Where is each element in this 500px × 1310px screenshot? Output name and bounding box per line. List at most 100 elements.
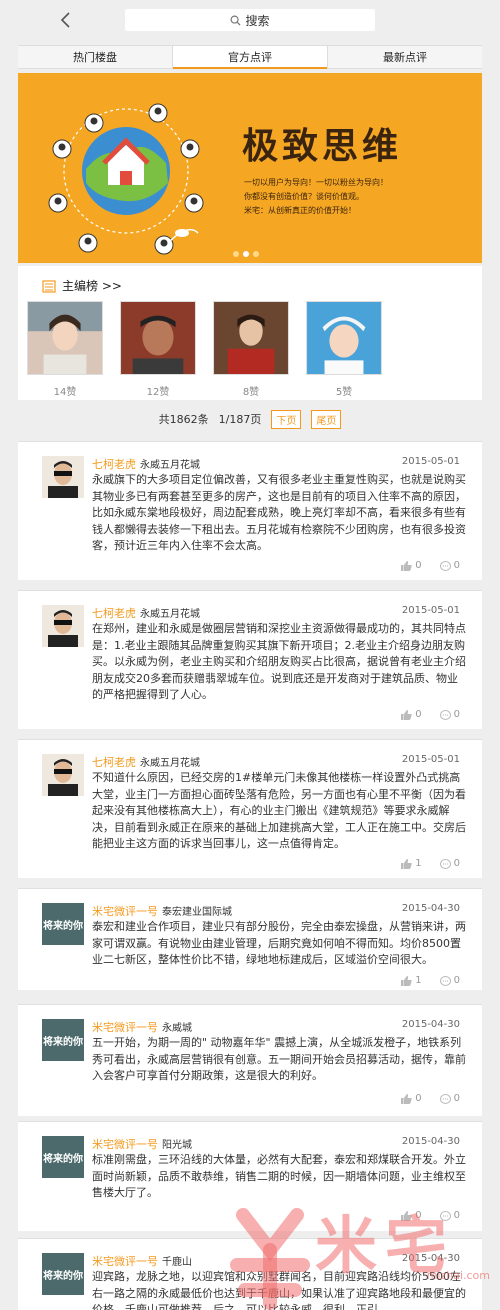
author-avatar[interactable] xyxy=(42,754,84,796)
carousel-dot-active[interactable] xyxy=(243,251,249,257)
review-text: 泰宏和建业合作项目，建业只有部分股份，完全由泰宏操盘，从营销来讲，两家可谓双赢。… xyxy=(92,920,466,966)
review-actions: 1 0 xyxy=(401,975,460,986)
like-button[interactable]: 1 xyxy=(401,858,422,869)
like-button[interactable]: 0 xyxy=(401,709,422,720)
editor-ranking-header[interactable]: 主编榜 >> xyxy=(42,277,122,294)
thumbs-up-icon xyxy=(401,975,412,986)
comment-count: 0 xyxy=(453,858,460,869)
back-arrow-icon[interactable] xyxy=(56,10,76,30)
carousel-dot[interactable] xyxy=(253,251,259,257)
editor-list: 14赞 12赞 8赞 5赞 xyxy=(27,301,382,398)
like-button[interactable]: 0 xyxy=(401,1093,422,1104)
review-date: 2015-04-30 xyxy=(401,1019,460,1030)
comment-button[interactable]: 0 xyxy=(439,709,460,720)
review-author-line: 七柯老虎 永威五月花城 xyxy=(92,754,200,770)
next-page-button[interactable]: 下页 xyxy=(271,409,302,429)
comment-button[interactable]: 0 xyxy=(439,1210,460,1221)
review-author-line: 七柯老虎 永威五月花城 xyxy=(92,456,200,472)
comment-icon xyxy=(439,975,451,986)
review-actions: 0 0 xyxy=(401,709,460,720)
promo-banner[interactable]: 极致思维 一切以用户为导向！一切以粉丝为导向！ 你都没有创造价值？谈何价值观。 … xyxy=(18,73,482,263)
review-estate[interactable]: 阳光城 xyxy=(162,1140,192,1151)
editor-ranking-icon xyxy=(42,279,56,293)
like-count: 1 xyxy=(415,975,422,986)
search-bar[interactable]: 搜索 xyxy=(125,9,375,31)
comment-button[interactable]: 0 xyxy=(439,975,460,986)
comment-count: 0 xyxy=(453,560,460,571)
review-text: 迎宾路，龙脉之地，以迎宾馆和众别墅群闻名，目前迎宾路沿线均价5500左右一路之隔… xyxy=(92,1270,466,1310)
review-actions: 0 0 xyxy=(401,1093,460,1104)
last-page-button[interactable]: 尾页 xyxy=(311,409,342,429)
banner-line-3: 米宅：从创新真正的价值开始！ xyxy=(244,206,356,215)
like-button[interactable]: 0 xyxy=(401,560,422,571)
editor-item[interactable]: 8赞 xyxy=(213,301,289,398)
thumbs-up-icon xyxy=(401,1210,412,1221)
review-author[interactable]: 米宅微评一号 xyxy=(92,1021,158,1034)
avatar-logo-text: 将来的你 xyxy=(43,920,83,932)
review-text: 永威旗下的大多项目定位偏改善，又有很多老业主重复性购买，也就是说购买其物业多已有… xyxy=(92,473,466,552)
review-estate[interactable]: 永威五月花城 xyxy=(140,758,200,769)
like-button[interactable]: 0 xyxy=(401,1210,422,1221)
globe-illustration xyxy=(48,103,204,255)
review-estate[interactable]: 泰宏建业国际城 xyxy=(162,907,232,918)
comment-button[interactable]: 0 xyxy=(439,858,460,869)
top-bar: 搜索 xyxy=(0,0,500,40)
like-button[interactable]: 1 xyxy=(401,975,422,986)
review-date: 2015-05-01 xyxy=(401,754,460,765)
review-text: 标准刚需盘，三环沿线的大体量，必然有大配套，泰宏和郑煤联合开发。外立面时尚新颖，… xyxy=(92,1153,466,1199)
tab-hot-estates[interactable]: 热门楼盘 xyxy=(18,46,172,68)
author-avatar[interactable] xyxy=(42,605,84,647)
author-avatar[interactable]: 将来的你 xyxy=(42,903,84,945)
review-author[interactable]: 米宅微评一号 xyxy=(92,1138,158,1151)
editor-item[interactable]: 5赞 xyxy=(306,301,382,398)
thumbs-up-icon xyxy=(401,560,412,571)
review-author[interactable]: 米宅微评一号 xyxy=(92,905,158,918)
comment-button[interactable]: 0 xyxy=(439,1093,460,1104)
editor-item[interactable]: 14赞 xyxy=(27,301,103,398)
total-count: 共1862条 xyxy=(158,413,209,426)
editor-likes: 14赞 xyxy=(53,387,77,398)
banner-line-2: 你都没有创造价值？谈何价值观。 xyxy=(244,192,364,201)
like-count: 1 xyxy=(415,858,422,869)
review-author[interactable]: 七柯老虎 xyxy=(92,607,136,620)
avatar-logo-text: 将来的你 xyxy=(43,1270,83,1282)
review-author-line: 米宅微评一号 永威城 xyxy=(92,1019,192,1035)
review-author[interactable]: 七柯老虎 xyxy=(92,458,136,471)
pagination: 共1862条 1/187页 下页 尾页 xyxy=(18,404,482,434)
tab-official-reviews[interactable]: 官方点评 xyxy=(172,46,328,69)
tab-latest-reviews[interactable]: 最新点评 xyxy=(328,46,482,68)
editor-ranking: 主编榜 >> 14赞 12赞 8赞 5赞 xyxy=(18,266,482,400)
carousel-dots[interactable] xyxy=(233,251,259,257)
carousel-dot[interactable] xyxy=(233,251,239,257)
editor-likes: 12赞 xyxy=(146,387,170,398)
author-avatar[interactable]: 将来的你 xyxy=(42,1136,84,1178)
review-estate[interactable]: 永威五月花城 xyxy=(140,609,200,620)
review-estate[interactable]: 永威五月花城 xyxy=(140,460,200,471)
like-count: 0 xyxy=(415,709,422,720)
thumbs-up-icon xyxy=(401,709,412,720)
review-text: 在郑州，建业和永威是做圈层营销和深挖业主资源做得最成功的，其共同特点是：1.老业… xyxy=(92,622,466,701)
author-avatar[interactable] xyxy=(42,456,84,498)
page-indicator: 1/187页 xyxy=(218,413,262,426)
review-author-line: 米宅微评一号 泰宏建业国际城 xyxy=(92,903,232,919)
review-date: 2015-04-30 xyxy=(401,1136,460,1147)
review-text: 五一开始，为期一周的" 动物嘉年华" 震撼上演，从全城派发橙子，地铁系列秀可看出… xyxy=(92,1036,466,1082)
comment-count: 0 xyxy=(453,709,460,720)
review-actions: 1 0 xyxy=(401,858,460,869)
author-avatar[interactable]: 将来的你 xyxy=(42,1019,84,1061)
review-estate[interactable]: 永威城 xyxy=(162,1023,192,1034)
editor-item[interactable]: 12赞 xyxy=(120,301,196,398)
review-estate[interactable]: 千鹿山 xyxy=(162,1257,192,1268)
editor-avatar xyxy=(120,301,196,375)
review-actions: 0 0 xyxy=(401,560,460,571)
comment-count: 0 xyxy=(453,975,460,986)
review-author[interactable]: 米宅微评一号 xyxy=(92,1255,158,1268)
comment-icon xyxy=(439,1093,451,1104)
comment-button[interactable]: 0 xyxy=(439,560,460,571)
editor-avatar xyxy=(27,301,103,375)
review-author[interactable]: 七柯老虎 xyxy=(92,756,136,769)
like-count: 0 xyxy=(415,560,422,571)
review-author-line: 米宅微评一号 千鹿山 xyxy=(92,1253,192,1269)
author-avatar[interactable]: 将来的你 xyxy=(42,1253,84,1295)
editor-ranking-title: 主编榜 >> xyxy=(62,279,122,293)
